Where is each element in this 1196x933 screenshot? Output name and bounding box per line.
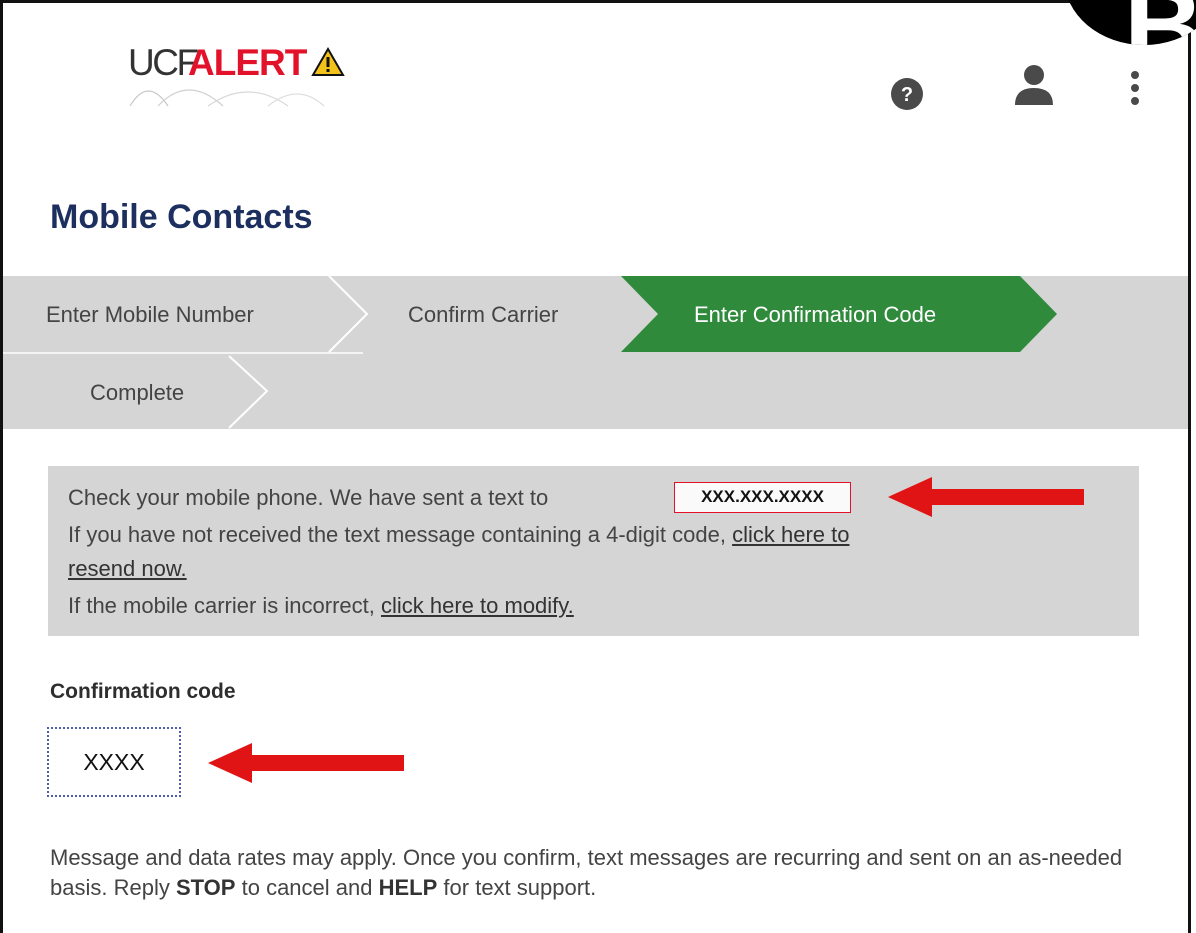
resend-link[interactable]: click here to — [732, 522, 849, 547]
disclaimer-text-3: for text support. — [443, 875, 597, 900]
modify-carrier-link[interactable]: click here to modify. — [381, 593, 574, 618]
page-title: Mobile Contacts — [50, 198, 313, 236]
user-icon[interactable] — [1012, 64, 1056, 106]
info-modify-text: If the mobile carrier is incorrect, — [68, 593, 375, 618]
phone-number-highlight: XXX.XXX.XXXX — [674, 482, 851, 513]
more-vertical-icon[interactable] — [1128, 70, 1142, 106]
step-enter-mobile-number[interactable]: Enter Mobile Number — [46, 302, 254, 328]
help-keyword: HELP — [378, 875, 438, 900]
step-separator — [228, 355, 269, 429]
progress-stepper — [3, 276, 1188, 429]
info-line-sent: Check your mobile phone. We have sent a … — [68, 484, 548, 512]
red-arrow-pointer-icon — [888, 477, 1084, 517]
logo-swoosh-icon — [129, 89, 325, 107]
step-confirm-carrier[interactable]: Confirm Carrier — [408, 302, 558, 328]
corner-badge-glyph: B — [1124, 0, 1196, 45]
info-line-modify: If the mobile carrier is incorrect, clic… — [68, 592, 574, 620]
info-line-resend: If you have not received the text messag… — [68, 521, 849, 549]
step-separator — [328, 276, 369, 353]
step-enter-confirmation-code[interactable]: Enter Confirmation Code — [694, 302, 936, 328]
info-line-resend-cont: resend now. — [68, 555, 187, 583]
stop-keyword: STOP — [175, 875, 236, 900]
red-arrow-pointer-icon — [208, 743, 404, 783]
help-icon[interactable]: ? — [890, 77, 924, 111]
step-complete[interactable]: Complete — [90, 380, 184, 406]
ucf-alert-logo[interactable]: UCF ALERT — [128, 44, 368, 108]
svg-text:?: ? — [901, 84, 913, 106]
info-resend-text: If you have not received the text messag… — [68, 522, 726, 547]
confirmation-code-label: Confirmation code — [50, 680, 236, 703]
confirmation-code-input[interactable] — [47, 727, 181, 797]
info-sent-text: Check your mobile phone. We have sent a … — [68, 485, 549, 510]
disclaimer-text-2: to cancel and — [241, 875, 373, 900]
resend-link-cont[interactable]: resend now. — [68, 556, 187, 581]
stepper-chevrons — [3, 276, 1057, 429]
sms-disclaimer: Message and data rates may apply. Once y… — [50, 843, 1150, 903]
